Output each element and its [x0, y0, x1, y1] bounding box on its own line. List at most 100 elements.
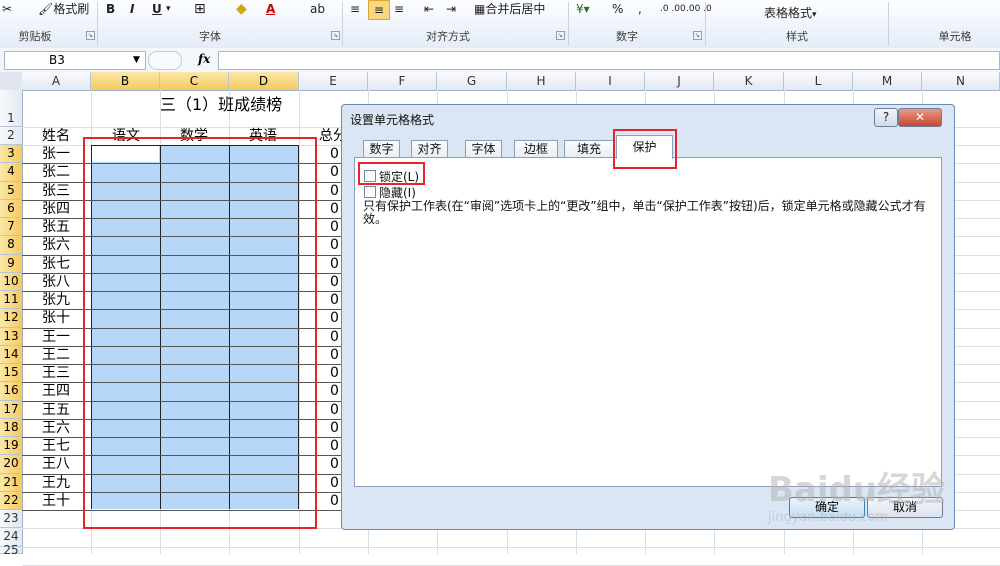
cell-total[interactable]: 0 — [330, 218, 339, 236]
fill-color-icon[interactable]: ◆ — [236, 0, 247, 18]
hidden-checkbox[interactable] — [364, 186, 376, 198]
row-header-21[interactable]: 21 — [0, 473, 23, 492]
tab-fill[interactable]: 填充 — [564, 140, 614, 158]
select-all-corner[interactable] — [0, 72, 23, 91]
row-header-25[interactable]: 25 — [0, 544, 23, 555]
font-launcher-icon[interactable]: ↘ — [331, 31, 340, 40]
format-painter-button[interactable]: 🖌格式刷 — [38, 0, 89, 18]
align-left-icon[interactable]: ≡ — [350, 0, 360, 18]
increase-indent-icon[interactable]: ⇥ — [446, 0, 456, 18]
number-launcher-icon[interactable]: ↘ — [693, 31, 702, 40]
cell-total[interactable]: 0 — [330, 163, 339, 181]
row-header-14[interactable]: 14 — [0, 345, 23, 364]
cell-name[interactable]: 王九 — [42, 474, 70, 492]
column-header-g[interactable]: G — [437, 72, 507, 91]
row-header-22[interactable]: 22 — [0, 491, 23, 510]
row-header-3[interactable]: 3 — [0, 145, 23, 164]
cell-name[interactable]: 王五 — [42, 401, 70, 419]
cell-total[interactable]: 0 — [330, 382, 339, 400]
cell-name[interactable]: 张七 — [42, 255, 70, 273]
row-header-23[interactable]: 23 — [0, 510, 23, 529]
row-header-13[interactable]: 13 — [0, 327, 23, 346]
alignment-launcher-icon[interactable]: ↘ — [556, 31, 565, 40]
column-header-n[interactable]: N — [922, 72, 1000, 91]
decrease-decimal-icon[interactable]: .00 .0 — [686, 0, 712, 18]
cell-total[interactable]: 0 — [330, 474, 339, 492]
name-box[interactable]: B3 ▼ — [4, 51, 146, 70]
row-header-10[interactable]: 10 — [0, 272, 23, 291]
cell-name[interactable]: 张六 — [42, 236, 70, 254]
underline-dropdown-icon[interactable]: ▾ — [166, 0, 171, 18]
cell-name[interactable]: 王十 — [42, 492, 70, 510]
cell-name[interactable]: 王四 — [42, 382, 70, 400]
column-header-m[interactable]: M — [853, 72, 922, 91]
cell-name[interactable]: 王一 — [42, 328, 70, 346]
column-header-c[interactable]: C — [160, 72, 229, 91]
row-header-4[interactable]: 4 — [0, 163, 23, 182]
tab-number[interactable]: 数字 — [363, 140, 400, 158]
column-header-h[interactable]: H — [507, 72, 576, 91]
column-header-f[interactable]: F — [368, 72, 437, 91]
tab-font[interactable]: 字体 — [465, 140, 502, 158]
column-header-b[interactable]: B — [91, 72, 160, 91]
column-header-i[interactable]: I — [576, 72, 645, 91]
fx-icon[interactable]: fx — [198, 52, 210, 66]
cell-name[interactable]: 张一 — [42, 145, 70, 163]
cell-name[interactable]: 王六 — [42, 419, 70, 437]
align-center-icon[interactable]: ≡ — [368, 0, 390, 20]
chevron-down-icon[interactable]: ▼ — [133, 52, 140, 69]
cell-total[interactable]: 0 — [330, 200, 339, 218]
cell-name[interactable]: 张四 — [42, 200, 70, 218]
row-header-8[interactable]: 8 — [0, 236, 23, 255]
row-header-20[interactable]: 20 — [0, 455, 23, 474]
font-color-icon[interactable]: A — [266, 0, 275, 18]
cell-total[interactable]: 0 — [330, 145, 339, 163]
table-format-button[interactable]: 表格格式▾ — [764, 4, 817, 22]
cell-name[interactable]: 张三 — [42, 182, 70, 200]
bold-button[interactable]: B — [106, 0, 115, 18]
italic-button[interactable]: I — [130, 0, 134, 18]
cell-name[interactable]: 王二 — [42, 346, 70, 364]
cell-total[interactable]: 0 — [330, 437, 339, 455]
cell-total[interactable]: 0 — [330, 364, 339, 382]
cell-total[interactable]: 0 — [330, 273, 339, 291]
formula-input[interactable] — [218, 51, 1000, 70]
currency-icon[interactable]: ¥▾ — [576, 0, 590, 18]
cell-total[interactable]: 0 — [330, 346, 339, 364]
cell-total[interactable]: 0 — [330, 309, 339, 327]
row-header-17[interactable]: 17 — [0, 400, 23, 419]
row-header-15[interactable]: 15 — [0, 364, 23, 383]
row-header-18[interactable]: 18 — [0, 418, 23, 437]
cell-total[interactable]: 0 — [330, 236, 339, 254]
column-header-j[interactable]: J — [645, 72, 714, 91]
decrease-indent-icon[interactable]: ⇤ — [424, 0, 434, 18]
column-header-a[interactable]: A — [22, 72, 91, 91]
row-header-5[interactable]: 5 — [0, 181, 23, 200]
increase-decimal-icon[interactable]: .0 .00 — [660, 0, 686, 18]
cell-name[interactable]: 张九 — [42, 291, 70, 309]
border-icon[interactable]: ⊞ — [194, 0, 206, 18]
cell-name[interactable]: 王三 — [42, 364, 70, 382]
scissors-icon[interactable]: ✂ — [2, 0, 12, 18]
cell-total[interactable]: 0 — [330, 328, 339, 346]
cell-name[interactable]: 王八 — [42, 455, 70, 473]
row-header-12[interactable]: 12 — [0, 309, 23, 328]
cell-total[interactable]: 0 — [330, 401, 339, 419]
clipboard-launcher-icon[interactable]: ↘ — [86, 31, 95, 40]
cell-name[interactable]: 张五 — [42, 218, 70, 236]
row-header-6[interactable]: 6 — [0, 199, 23, 218]
row-header-11[interactable]: 11 — [0, 291, 23, 310]
column-header-l[interactable]: L — [784, 72, 853, 91]
cell-total[interactable]: 0 — [330, 419, 339, 437]
cell-name[interactable]: 王七 — [42, 437, 70, 455]
cell-total[interactable]: 0 — [330, 455, 339, 473]
cell-total[interactable]: 0 — [330, 492, 339, 510]
formula-collapse-handle[interactable] — [148, 51, 182, 70]
comma-button[interactable]: , — [638, 0, 642, 18]
row-header-16[interactable]: 16 — [0, 382, 23, 401]
percent-button[interactable]: % — [612, 0, 623, 18]
row-header-9[interactable]: 9 — [0, 254, 23, 273]
close-icon[interactable]: ✕ — [898, 108, 942, 127]
tab-alignment[interactable]: 对齐 — [411, 140, 448, 158]
column-header-k[interactable]: K — [714, 72, 784, 91]
